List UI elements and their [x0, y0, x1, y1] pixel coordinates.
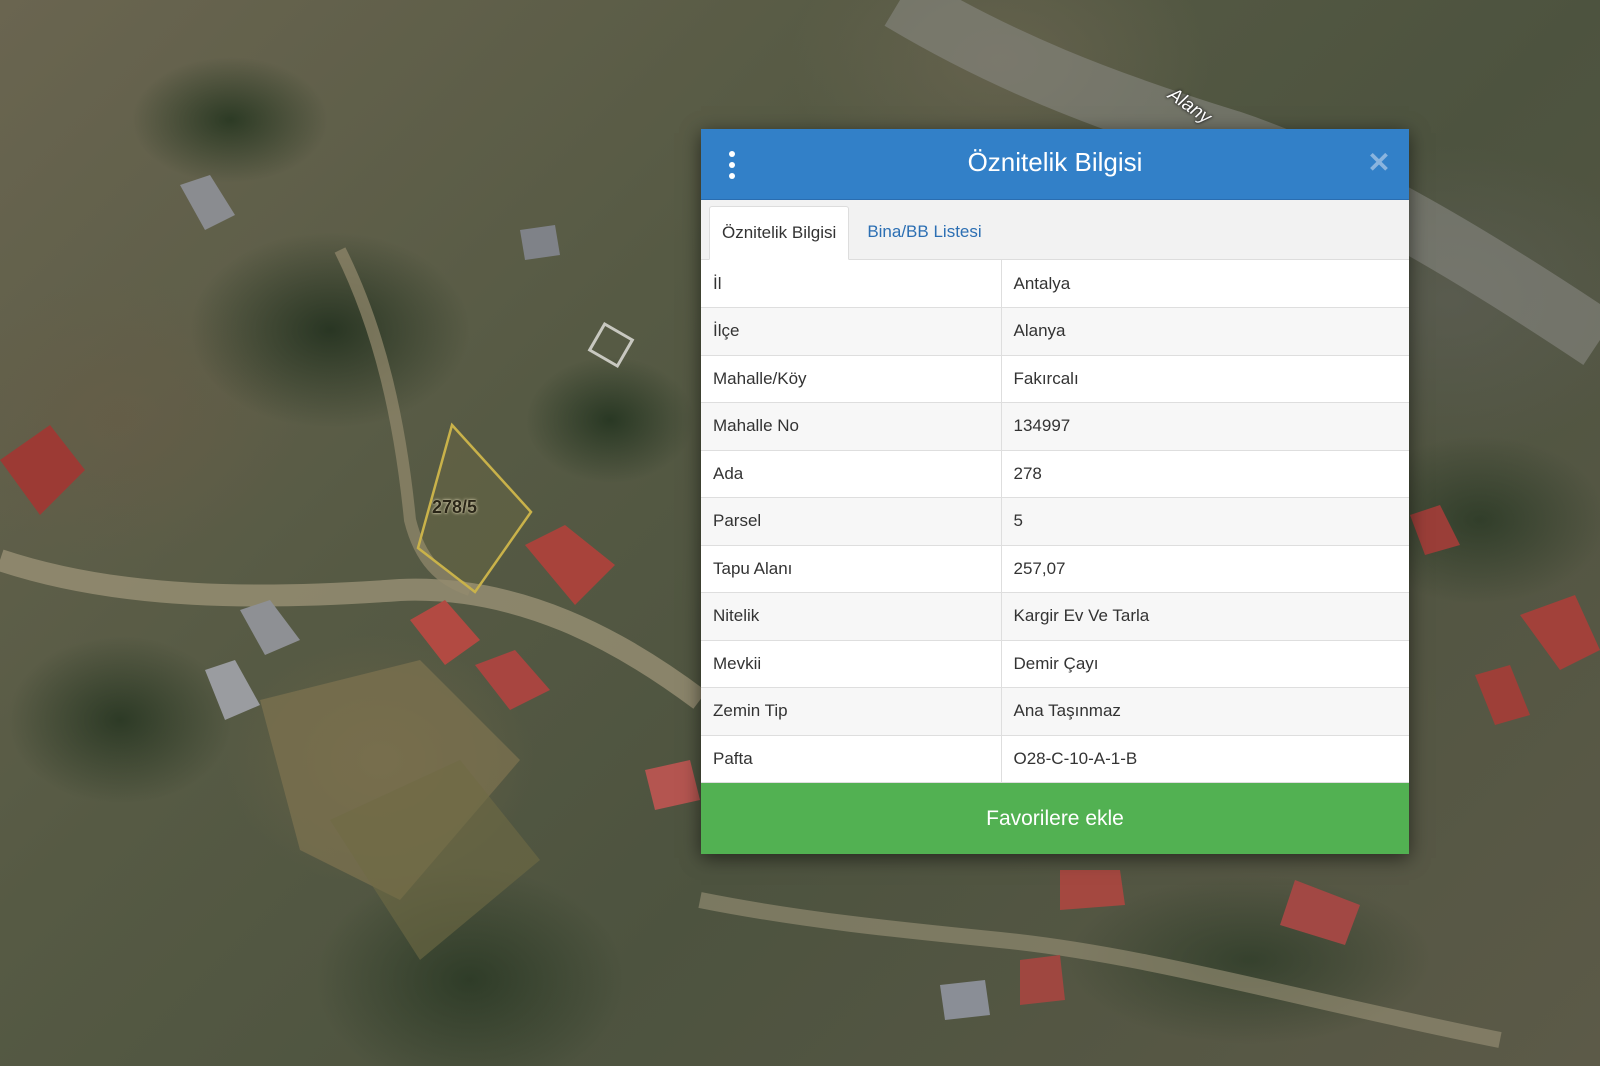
row-value: O28-C-10-A-1-B — [1001, 735, 1409, 783]
building — [1280, 880, 1360, 945]
row-key: Nitelik — [701, 592, 1002, 641]
row-value: 5 — [1001, 497, 1409, 546]
table-row: Pafta O28-C-10-A-1-B — [701, 735, 1409, 783]
building — [205, 660, 260, 720]
row-key: Mahalle/Köy — [701, 355, 1002, 403]
building — [475, 650, 550, 710]
dialog-title: Öznitelik Bilgisi — [967, 147, 1143, 177]
row-value: Fakırcalı — [1001, 355, 1409, 403]
building — [1410, 505, 1460, 555]
building — [645, 760, 700, 810]
row-value: Alanya — [1001, 307, 1409, 356]
building — [180, 175, 235, 230]
add-to-favorites-button[interactable]: Favorilere ekle — [701, 783, 1409, 854]
row-key: Tapu Alanı — [701, 545, 1002, 593]
table-row: İlçe Alanya — [701, 307, 1409, 356]
row-key: Mevkii — [701, 640, 1002, 688]
close-icon[interactable]: ✕ — [1365, 149, 1393, 177]
parcel-label: 278/5 — [432, 497, 478, 517]
table-row: Mahalle No 134997 — [701, 402, 1409, 451]
row-key: Zemin Tip — [701, 687, 1002, 736]
attribute-info-dialog: Öznitelik Bilgisi ✕ Öznitelik Bilgisi Bi… — [701, 129, 1409, 854]
row-key: Ada — [701, 450, 1002, 498]
building — [1060, 870, 1125, 910]
road — [698, 892, 1502, 1048]
row-value: 134997 — [1001, 402, 1409, 451]
row-value: 257,07 — [1001, 545, 1409, 593]
tab-bar: Öznitelik Bilgisi Bina/BB Listesi — [701, 200, 1409, 260]
building — [520, 225, 560, 260]
dialog-header: Öznitelik Bilgisi ✕ — [701, 129, 1409, 200]
tab-attribute-info[interactable]: Öznitelik Bilgisi — [709, 206, 850, 260]
building — [0, 425, 85, 515]
building — [410, 600, 480, 665]
row-value: Kargir Ev Ve Tarla — [1001, 592, 1409, 641]
row-key: Parsel — [701, 497, 1002, 546]
table-row: Zemin Tip Ana Taşınmaz — [701, 687, 1409, 736]
building — [587, 321, 635, 369]
table-row: Parsel 5 — [701, 497, 1409, 546]
table-row: Mevkii Demir Çayı — [701, 640, 1409, 688]
row-value: Demir Çayı — [1001, 640, 1409, 688]
row-key: İl — [701, 260, 1002, 308]
table-row: Nitelik Kargir Ev Ve Tarla — [701, 592, 1409, 641]
row-key: Mahalle No — [701, 402, 1002, 451]
tab-building-list[interactable]: Bina/BB Listesi — [855, 205, 993, 259]
table-row: Ada 278 — [701, 450, 1409, 498]
table-row: Mahalle/Köy Fakırcalı — [701, 355, 1409, 403]
table-row: İl Antalya — [701, 260, 1409, 308]
building — [240, 600, 300, 655]
row-key: Pafta — [701, 735, 1002, 783]
building — [940, 980, 990, 1020]
building — [525, 525, 615, 605]
row-value: Antalya — [1001, 260, 1409, 308]
building — [1520, 595, 1600, 670]
attribute-table: İl Antalya İlçe Alanya Mahalle/Köy Fakır… — [701, 260, 1409, 783]
table-row: Tapu Alanı 257,07 — [701, 545, 1409, 593]
building — [1020, 955, 1065, 1005]
row-value: Ana Taşınmaz — [1001, 687, 1409, 736]
row-key: İlçe — [701, 307, 1002, 356]
building — [1475, 665, 1530, 725]
row-value: 278 — [1001, 450, 1409, 498]
